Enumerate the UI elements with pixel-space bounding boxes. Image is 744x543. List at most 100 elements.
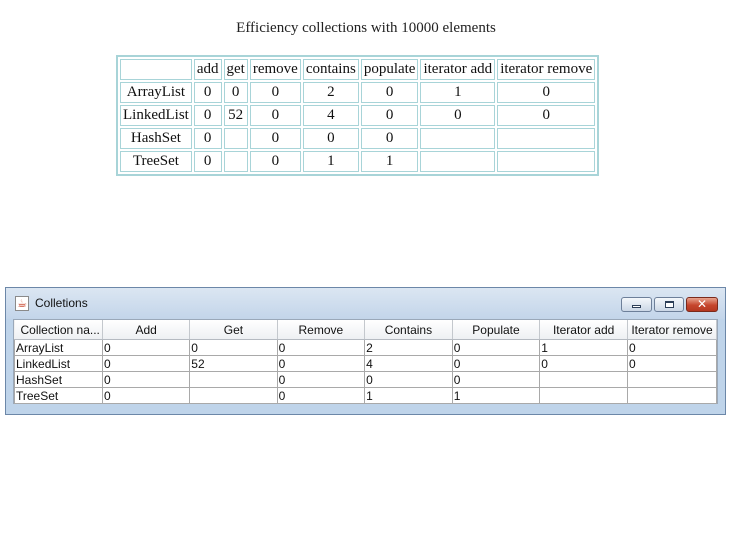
table-cell-contains[interactable]: 4 (364, 355, 453, 372)
column-header-iterator-remove[interactable]: Iterator remove (627, 320, 717, 340)
efficiency-html-table: add get remove contains populate iterator add… (116, 55, 600, 176)
efficiency-html-table-body: add get remove contains populate iterator add… (120, 59, 596, 172)
table-cell-populate[interactable]: 0 (451, 371, 541, 388)
html-header-get: get (223, 59, 248, 80)
html-cell-iterator-add (420, 128, 496, 149)
table-cell-get[interactable]: 0 (189, 339, 278, 356)
html-cell-populate: 1 (360, 151, 419, 172)
table-cell-populate[interactable]: 0 (451, 355, 541, 372)
table-cell-iterator-remove[interactable]: 0 (627, 355, 717, 372)
html-header-remove: remove (249, 59, 301, 80)
html-cell-remove: 0 (249, 128, 301, 149)
table-cell-remove[interactable]: 0 (276, 339, 366, 356)
table-cell-get[interactable] (189, 387, 278, 404)
html-cell-contains: 0 (302, 128, 359, 149)
table-cell-contains[interactable]: 0 (364, 371, 453, 388)
html-header-add: add (193, 59, 222, 80)
html-table-row: LinkedList 0 52 0 4 0 0 0 (120, 105, 596, 126)
html-cell-get (223, 128, 248, 149)
html-cell-remove: 0 (249, 151, 301, 172)
html-cell-iterator-remove (497, 128, 596, 149)
table-cell-iterator-remove[interactable]: 0 (627, 339, 717, 356)
html-header-contains: contains (302, 59, 359, 80)
table-cell-collection[interactable]: HashSet (14, 371, 103, 388)
html-cell-populate: 0 (360, 105, 419, 126)
html-header-iterator-add: iterator add (420, 59, 496, 80)
table-cell-collection[interactable]: LinkedList (14, 355, 103, 372)
html-table-row: ArrayList 0 0 0 2 0 1 0 (120, 82, 596, 103)
column-header-iterator-add[interactable]: Iterator add (539, 320, 628, 340)
html-cell-get: 52 (223, 105, 248, 126)
table-cell-iterator-remove[interactable] (627, 387, 717, 404)
table-cell-add[interactable]: 0 (101, 371, 191, 388)
jtable-body: ArrayList 0 0 0 2 0 1 0 LinkedList 0 52 0 4 0 0 0 HashSe… (14, 339, 717, 404)
page-title: Efficiency collections with 10000 elemen… (236, 20, 496, 36)
html-row-label: LinkedList (120, 105, 192, 126)
window-content: Collection na... Add Get Remove Contains Popu… (13, 319, 718, 404)
table-row[interactable]: TreeSet 0 0 1 1 (14, 387, 717, 404)
html-table-row: TreeSet 0 0 1 1 (120, 151, 596, 172)
table-cell-iterator-add[interactable]: 0 (539, 355, 628, 372)
table-cell-remove[interactable]: 0 (276, 387, 366, 404)
table-cell-contains[interactable]: 1 (364, 387, 453, 404)
html-cell-contains: 4 (302, 105, 359, 126)
html-cell-add: 0 (193, 82, 222, 103)
html-header-populate: populate (360, 59, 419, 80)
column-header-contains[interactable]: Contains (364, 320, 453, 340)
table-cell-get[interactable]: 52 (189, 355, 278, 372)
html-cell-iterator-add: 0 (420, 105, 496, 126)
column-header-get[interactable]: Get (189, 320, 278, 340)
html-cell-add: 0 (193, 128, 222, 149)
html-row-label: HashSet (120, 128, 192, 149)
table-cell-add[interactable]: 0 (101, 387, 191, 404)
html-table-row: HashSet 0 0 0 0 (120, 128, 596, 149)
html-header-blank (120, 59, 192, 80)
java-icon[interactable]: ☕ (15, 296, 29, 311)
table-cell-remove[interactable]: 0 (276, 371, 366, 388)
html-cell-contains: 2 (302, 82, 359, 103)
html-table-header-row: add get remove contains populate iterator add… (120, 59, 596, 80)
table-cell-iterator-add[interactable] (539, 387, 628, 404)
window-titlebar[interactable]: ☕ Colletions ✕ (6, 288, 725, 319)
table-cell-iterator-add[interactable]: 1 (539, 339, 628, 356)
close-button[interactable]: ✕ (686, 297, 718, 312)
column-header-remove[interactable]: Remove (277, 320, 366, 340)
table-cell-populate[interactable]: 1 (451, 387, 541, 404)
table-row[interactable]: ArrayList 0 0 0 2 0 1 0 (14, 339, 717, 356)
html-cell-contains: 1 (302, 151, 359, 172)
minimize-icon (632, 305, 641, 308)
table-cell-add[interactable]: 0 (101, 355, 191, 372)
table-row[interactable]: HashSet 0 0 0 0 (14, 371, 717, 388)
table-cell-iterator-remove[interactable] (627, 371, 717, 388)
html-cell-remove: 0 (249, 105, 301, 126)
table-cell-populate[interactable]: 0 (451, 339, 541, 356)
html-row-label: ArrayList (120, 82, 192, 103)
html-row-label: TreeSet (120, 151, 192, 172)
html-cell-iterator-add: 1 (420, 82, 496, 103)
column-header-populate[interactable]: Populate (452, 320, 541, 340)
html-cell-get: 0 (223, 82, 248, 103)
column-header-collection-na[interactable]: Collection na... (14, 320, 103, 340)
table-cell-get[interactable] (189, 371, 278, 388)
collections-jtable[interactable]: Collection na... Add Get Remove Contains Popu… (14, 320, 717, 404)
html-cell-remove: 0 (249, 82, 301, 103)
html-cell-add: 0 (193, 105, 222, 126)
table-cell-contains[interactable]: 2 (364, 339, 453, 356)
jtable-header-row: Collection na... Add Get Remove Contains Popu… (14, 320, 717, 340)
html-cell-populate: 0 (360, 82, 419, 103)
table-cell-add[interactable]: 0 (101, 339, 191, 356)
table-cell-iterator-add[interactable] (539, 371, 628, 388)
table-cell-collection[interactable]: TreeSet (14, 387, 103, 404)
html-cell-add: 0 (193, 151, 222, 172)
table-row[interactable]: LinkedList 0 52 0 4 0 0 0 (14, 355, 717, 372)
collections-window: ☕ Colletions ✕ Collection na... Add Get Rem… (5, 287, 726, 415)
minimize-button[interactable] (621, 297, 652, 312)
maximize-button[interactable] (654, 297, 684, 312)
maximize-icon (665, 301, 674, 308)
html-cell-populate: 0 (360, 128, 419, 149)
close-icon: ✕ (696, 297, 708, 311)
table-cell-collection[interactable]: ArrayList (14, 339, 103, 356)
column-header-add[interactable]: Add (102, 320, 191, 340)
table-cell-remove[interactable]: 0 (276, 355, 366, 372)
window-title: Colletions (35, 296, 88, 310)
